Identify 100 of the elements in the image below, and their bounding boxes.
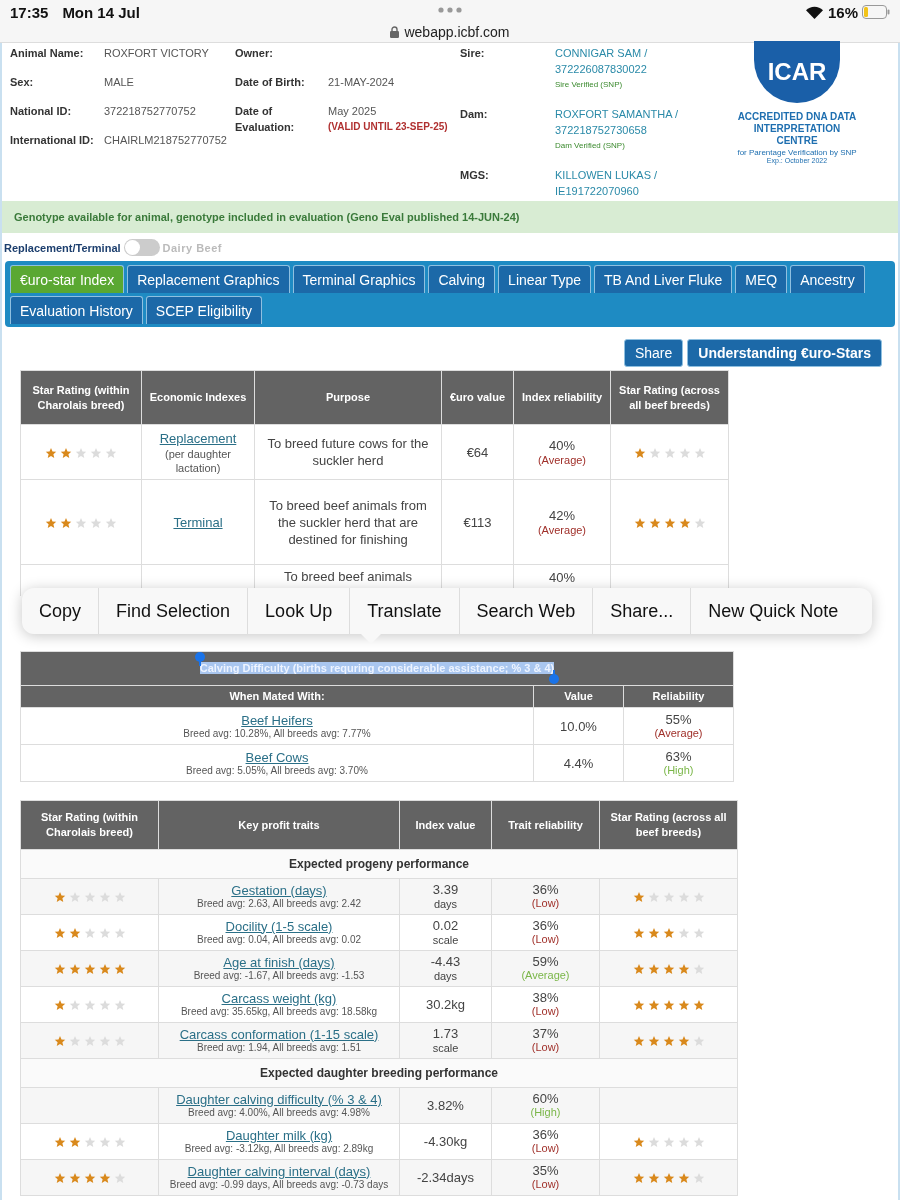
purpose-text: To breed beef animals [284, 569, 412, 584]
field-label: Sex: [10, 75, 35, 90]
star-icon [113, 891, 126, 904]
trait-link[interactable]: Gestation (days) [231, 882, 327, 898]
star-icon [662, 927, 675, 940]
star-icon [68, 999, 81, 1012]
field-value: ROXFORT VICTORY [104, 47, 209, 59]
reliability-label: (Low) [530, 1005, 561, 1018]
mating-link[interactable]: Beef Cows [245, 749, 309, 765]
reliability-label: (Average) [536, 454, 588, 467]
menu-item[interactable]: Copy [22, 588, 100, 634]
tab[interactable]: Replacement Graphics [127, 265, 290, 293]
tab[interactable]: MEQ [735, 265, 788, 293]
index-link[interactable]: Replacement [159, 430, 237, 446]
verification-note: Dam Verified (SNP) [555, 140, 626, 152]
star-icon [113, 963, 126, 976]
euro-value: €113 [463, 514, 492, 530]
pedigree-link[interactable]: ROXFORT SAMANTHA / 372218752730658 [555, 106, 690, 138]
tab[interactable]: Calving [428, 265, 496, 293]
field-value: May 2025 [328, 105, 377, 117]
star-icon [662, 999, 675, 1012]
star-icon [83, 891, 96, 904]
share-button[interactable]: Share [623, 339, 684, 367]
status-time: 17:35 [10, 3, 49, 21]
trait-link[interactable]: Age at finish (days) [223, 954, 335, 970]
star-icon [647, 1035, 660, 1048]
star-icon [113, 999, 126, 1012]
star-icon [98, 963, 111, 976]
index-link[interactable]: Terminal [173, 514, 223, 530]
field-label: International ID: [10, 133, 95, 148]
trait-link[interactable]: Daughter calving difficulty (% 3 & 4) [176, 1091, 382, 1107]
trait-link[interactable]: Daughter milk (kg) [225, 1127, 333, 1143]
tab[interactable]: Terminal Graphics [292, 265, 426, 293]
reliability-label: (Average) [653, 727, 704, 740]
star-icon [677, 963, 690, 976]
average-text: Breed avg: 10.28%, All breeds avg: 7.77% [182, 727, 372, 740]
mating-link[interactable]: Beef Heifers [241, 712, 313, 728]
field-value: 21-MAY-2024 [328, 76, 395, 88]
wifi-icon [805, 5, 823, 19]
star-icon [113, 927, 126, 940]
help-button[interactable]: Understanding €uro-Stars [687, 339, 882, 367]
selection-handle-icon[interactable] [194, 652, 205, 666]
tab[interactable]: €uro-star Index [10, 265, 125, 293]
url-text[interactable]: webapp.icbf.com [404, 24, 510, 40]
star-icon [692, 1172, 705, 1185]
pedigree-link[interactable]: KILLOWEN LUKAS / IE191722070960 [555, 167, 690, 199]
star-icon [68, 1172, 81, 1185]
menu-item[interactable]: Find Selection [99, 588, 249, 634]
index-value: -2.34days [416, 1169, 475, 1185]
menu-item[interactable]: Search Web [459, 588, 594, 634]
average-text: Breed avg: -1.67, All breeds avg: -1.53 [192, 969, 366, 982]
menu-item[interactable]: New Quick Note [691, 588, 856, 634]
reliability-label: (Low) [530, 897, 561, 910]
star-icon [83, 963, 96, 976]
tab[interactable]: SCEP Eligibility [145, 296, 263, 324]
purpose-text: To breed future cows for the suckler herd [267, 436, 429, 468]
tab[interactable]: TB And Liver Fluke [594, 265, 733, 293]
star-icon [98, 891, 111, 904]
logo-text: ICAR [767, 58, 827, 86]
star-icon [75, 517, 87, 530]
reliability-label: (Average) [536, 524, 588, 537]
accreditation-title: ACCREDITED DNA DATA INTERPRETATION CENTRE [736, 111, 858, 147]
star-icon [662, 1035, 675, 1048]
reliability-label: (Low) [530, 1178, 561, 1191]
menu-item[interactable]: Translate [350, 588, 460, 634]
star-icon [647, 1172, 660, 1185]
star-icon [68, 1136, 81, 1149]
reliability-value: 36% [532, 1127, 559, 1142]
star-icon [105, 447, 117, 460]
reliability-value: 37% [532, 1026, 559, 1041]
column-header: €uro value [441, 370, 514, 425]
field-label: Dam: [460, 107, 489, 122]
reliability-value: 36% [532, 882, 559, 897]
section-heading: Expected progeny performance [20, 849, 738, 879]
reliability-label: (High) [529, 1106, 562, 1119]
trait-link[interactable]: Carcass weight (kg) [221, 990, 337, 1006]
menu-item[interactable]: Look Up [248, 588, 351, 634]
lock-icon [390, 26, 400, 38]
field-label: Animal Name: [10, 46, 85, 61]
star-icon [83, 1172, 96, 1185]
trait-link[interactable]: Carcass conformation (1-15 scale) [179, 1026, 379, 1042]
tab[interactable]: Evaluation History [10, 296, 143, 324]
star-icon [53, 1172, 66, 1185]
tab[interactable]: Ancestry [790, 265, 865, 293]
toggle-switch[interactable] [123, 239, 160, 256]
star-icon [677, 891, 690, 904]
trait-link[interactable]: Docility (1-5 scale) [225, 918, 333, 934]
star-icon [662, 963, 675, 976]
column-header: Economic Indexes [141, 370, 255, 425]
star-icon [90, 517, 102, 530]
star-icon [45, 517, 57, 530]
star-icon [45, 447, 57, 460]
more-icon[interactable] [438, 7, 462, 13]
tab[interactable]: Linear Type [498, 265, 591, 293]
menu-item[interactable]: Share... [593, 588, 692, 634]
pedigree-link[interactable]: CONNIGAR SAM / 372226087830022 [555, 45, 690, 77]
star-icon [692, 963, 705, 976]
trait-link[interactable]: Daughter calving interval (days) [187, 1163, 371, 1179]
star-icon [633, 447, 646, 460]
star-icon [632, 1172, 645, 1185]
